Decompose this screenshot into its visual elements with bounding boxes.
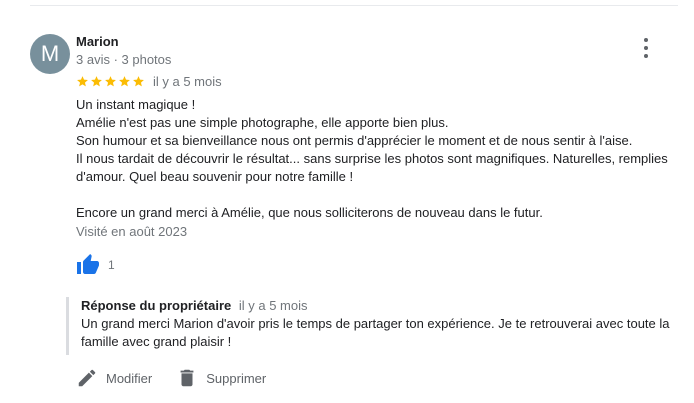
- rating-row: il y a 5 mois: [76, 72, 222, 90]
- review-text: Un instant magique ! Amélie n'est pas un…: [76, 96, 676, 222]
- pencil-icon: [78, 369, 96, 387]
- author-name[interactable]: Marion: [76, 34, 119, 49]
- author-meta: 3 avis · 3 photos: [76, 52, 172, 67]
- star-icon: [119, 75, 130, 86]
- more-vert-icon-dot-bottom: [644, 54, 648, 58]
- owner-reply-text: Un grand merci Marion d'avoir pris le te…: [81, 316, 670, 349]
- trash-icon: [180, 369, 194, 387]
- edit-button[interactable]: Modifier: [76, 367, 152, 389]
- review-line: Amélie n'est pas une simple photographe,…: [76, 115, 449, 130]
- like-count: 1: [108, 258, 115, 272]
- owner-reply: Réponse du propriétaire il y a 5 mois Un…: [66, 297, 676, 355]
- owner-reply-header: Réponse du propriétaire il y a 5 mois: [81, 297, 676, 315]
- star-icon: [105, 75, 116, 86]
- thumbs-up-icon[interactable]: [76, 253, 100, 277]
- edit-label: Modifier: [106, 370, 153, 386]
- owner-reply-title: Réponse du propriétaire: [81, 298, 232, 313]
- visit-date: Visité en août 2023: [76, 224, 188, 239]
- star-icon: [77, 75, 88, 86]
- more-vert-icon-dot-middle: [644, 46, 648, 50]
- star-icon: [133, 75, 144, 86]
- like-button[interactable]: 1: [76, 252, 115, 278]
- review-line: Un instant magique !: [76, 97, 196, 112]
- star-icon: [91, 75, 102, 86]
- top-divider: [30, 5, 678, 6]
- avatar[interactable]: M: [30, 34, 70, 74]
- more-vert-icon-dot-top: [644, 38, 648, 42]
- review-date: il y a 5 mois: [153, 73, 222, 89]
- owner-reply-date: il y a 5 mois: [238, 298, 308, 313]
- delete-button[interactable]: Supprimer: [176, 367, 266, 389]
- review-line: Son humour et sa bienveillance nous ont …: [76, 133, 633, 148]
- reply-actions: Modifier Supprimer: [76, 366, 266, 390]
- review-line: Encore un grand merci à Amélie, que nous…: [76, 205, 543, 220]
- review-line: Il nous tardait de découvrir le résultat…: [76, 151, 668, 184]
- delete-label: Supprimer: [206, 370, 267, 386]
- star-rating: [76, 75, 145, 88]
- more-options-button[interactable]: [634, 36, 658, 60]
